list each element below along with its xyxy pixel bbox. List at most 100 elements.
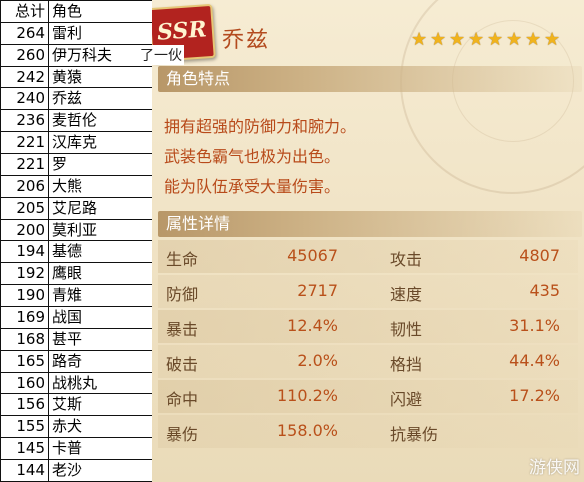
ranking-row: 221 汉库克 — [0, 131, 153, 155]
ranking-total: 160 — [0, 371, 49, 395]
ranking-row: 264 雷利 — [0, 21, 153, 45]
ranking-row: 260 伊万科夫 — [0, 43, 153, 67]
ranking-name: 艾尼路 — [48, 196, 153, 220]
ranking-name: 艾斯 — [48, 393, 153, 417]
ranking-total: 190 — [0, 284, 49, 308]
ranking-name: 老沙 — [48, 459, 153, 482]
trait-line: 武装色霸气也极为出色。 — [164, 147, 341, 166]
ranking-total: 200 — [0, 218, 49, 242]
ranking-row: 165 路奇 — [0, 349, 153, 373]
attribute-value: 17.2% — [509, 386, 560, 405]
ranking-row: 168 甚平 — [0, 327, 153, 351]
attribute-row: 生命 45067 攻击 4807 — [158, 240, 578, 273]
attribute-label: 速度 — [390, 285, 423, 304]
overlap-text: 了一伙 — [138, 45, 184, 65]
ranking-total: 205 — [0, 196, 49, 220]
star-icon: ★ — [525, 29, 542, 50]
header-total: 总计 — [0, 0, 49, 23]
attribute-value: 2.0% — [297, 351, 338, 370]
attribute-label: 韧性 — [390, 320, 423, 339]
attribute-value: 158.0% — [276, 421, 338, 440]
star-icon: ★ — [449, 29, 466, 50]
ranking-total: 242 — [0, 65, 49, 89]
star-icon: ★ — [411, 29, 428, 50]
attributes-grid: 生命 45067 攻击 4807 防御 2717 速度 435 暴击 12.4% 韧性 31.1% 破击… — [158, 240, 578, 450]
attribute-row: 破击 2.0% 格挡 44.4% — [158, 345, 578, 378]
ranking-row: 155 赤犬 — [0, 415, 153, 439]
ranking-row: 160 战桃丸 — [0, 371, 153, 395]
ranking-row: 194 基德 — [0, 240, 153, 264]
star-icon: ★ — [468, 29, 485, 50]
ranking-name: 乔兹 — [48, 87, 153, 111]
watermark-logo: 游侠网 — [529, 458, 580, 478]
ranking-total: 240 — [0, 87, 49, 111]
ranking-total: 206 — [0, 174, 49, 198]
attribute-value: 31.1% — [509, 316, 560, 335]
ranking-name: 路奇 — [48, 349, 153, 373]
ranking-row: 206 大熊 — [0, 174, 153, 198]
attribute-value: 45067 — [287, 246, 338, 265]
attribute-label: 闪避 — [390, 390, 423, 409]
ranking-name: 青雉 — [48, 284, 153, 308]
attribute-label: 抗暴伤 — [390, 425, 439, 444]
ranking-row: 169 战国 — [0, 306, 153, 329]
attribute-value: 435 — [529, 281, 560, 300]
trait-line: 拥有超强的防御力和腕力。 — [164, 117, 357, 136]
ranking-name: 基德 — [48, 240, 153, 264]
attribute-label: 攻击 — [390, 250, 423, 269]
attribute-label: 破击 — [166, 355, 199, 374]
ranking-row: 190 青雉 — [0, 284, 153, 308]
ranking-name: 卡普 — [48, 437, 153, 461]
star-icon: ★ — [506, 29, 523, 50]
ranking-total: 192 — [0, 262, 49, 286]
ranking-total: 169 — [0, 306, 49, 329]
traits-section-title: 角色特点 — [158, 66, 582, 92]
ranking-row: 221 罗 — [0, 153, 153, 176]
attribute-value: 12.4% — [287, 316, 338, 335]
ranking-total: 144 — [0, 459, 49, 482]
ranking-table: 总计 角色 264 雷利 260 伊万科夫 242 黄猿 240 乔兹 236 麦哲伦 221 汉库克… — [0, 0, 153, 482]
star-icon: ★ — [544, 29, 561, 50]
ranking-row: 156 艾斯 — [0, 393, 153, 417]
attribute-row: 命中 110.2% 闪避 17.2% — [158, 380, 578, 413]
ranking-row: 242 黄猿 — [0, 65, 153, 89]
ranking-total: 165 — [0, 349, 49, 373]
ranking-row: 236 麦哲伦 — [0, 109, 153, 133]
ranking-row: 192 鹰眼 — [0, 262, 153, 286]
attribute-label: 防御 — [166, 285, 199, 304]
ranking-row: 240 乔兹 — [0, 87, 153, 111]
ranking-name: 伊万科夫 — [48, 43, 153, 67]
ranking-name: 汉库克 — [48, 131, 153, 155]
star-rating: ★ ★ ★ ★ ★ ★ ★ ★ — [411, 31, 562, 49]
ranking-name: 鹰眼 — [48, 262, 153, 286]
star-icon: ★ — [487, 29, 504, 50]
ranking-row: 144 老沙 — [0, 459, 153, 482]
ranking-total: 264 — [0, 21, 49, 45]
attribute-value: 110.2% — [276, 386, 338, 405]
header-role: 角色 — [48, 0, 153, 23]
character-name: 乔兹 — [222, 28, 271, 53]
ranking-total: 155 — [0, 415, 49, 439]
ranking-total: 221 — [0, 153, 49, 176]
ranking-row: 200 莫利亚 — [0, 218, 153, 242]
attribute-label: 暴伤 — [166, 425, 199, 444]
attribute-value: 44.4% — [509, 351, 560, 370]
ranking-name: 莫利亚 — [48, 218, 153, 242]
ranking-row: 145 卡普 — [0, 437, 153, 461]
character-panel: SSR 乔兹 ★ ★ ★ ★ ★ ★ ★ ★ 角色特点 拥有超强的防御力和腕力。 武装色霸气也… — [152, 0, 584, 482]
ranking-name: 雷利 — [48, 21, 153, 45]
attributes-section-title: 属性详情 — [158, 211, 582, 237]
ranking-name: 战桃丸 — [48, 371, 153, 395]
ranking-total: 156 — [0, 393, 49, 417]
attribute-label: 生命 — [166, 250, 199, 269]
attribute-row: 暴伤 158.0% 抗暴伤 — [158, 415, 578, 448]
ranking-name: 麦哲伦 — [48, 109, 153, 133]
ranking-total: 194 — [0, 240, 49, 264]
ranking-total: 168 — [0, 327, 49, 351]
ranking-total: 236 — [0, 109, 49, 133]
attribute-row: 暴击 12.4% 韧性 31.1% — [158, 310, 578, 343]
ranking-name: 大熊 — [48, 174, 153, 198]
star-icon: ★ — [430, 29, 447, 50]
ranking-name: 赤犬 — [48, 415, 153, 439]
ranking-row: 205 艾尼路 — [0, 196, 153, 220]
